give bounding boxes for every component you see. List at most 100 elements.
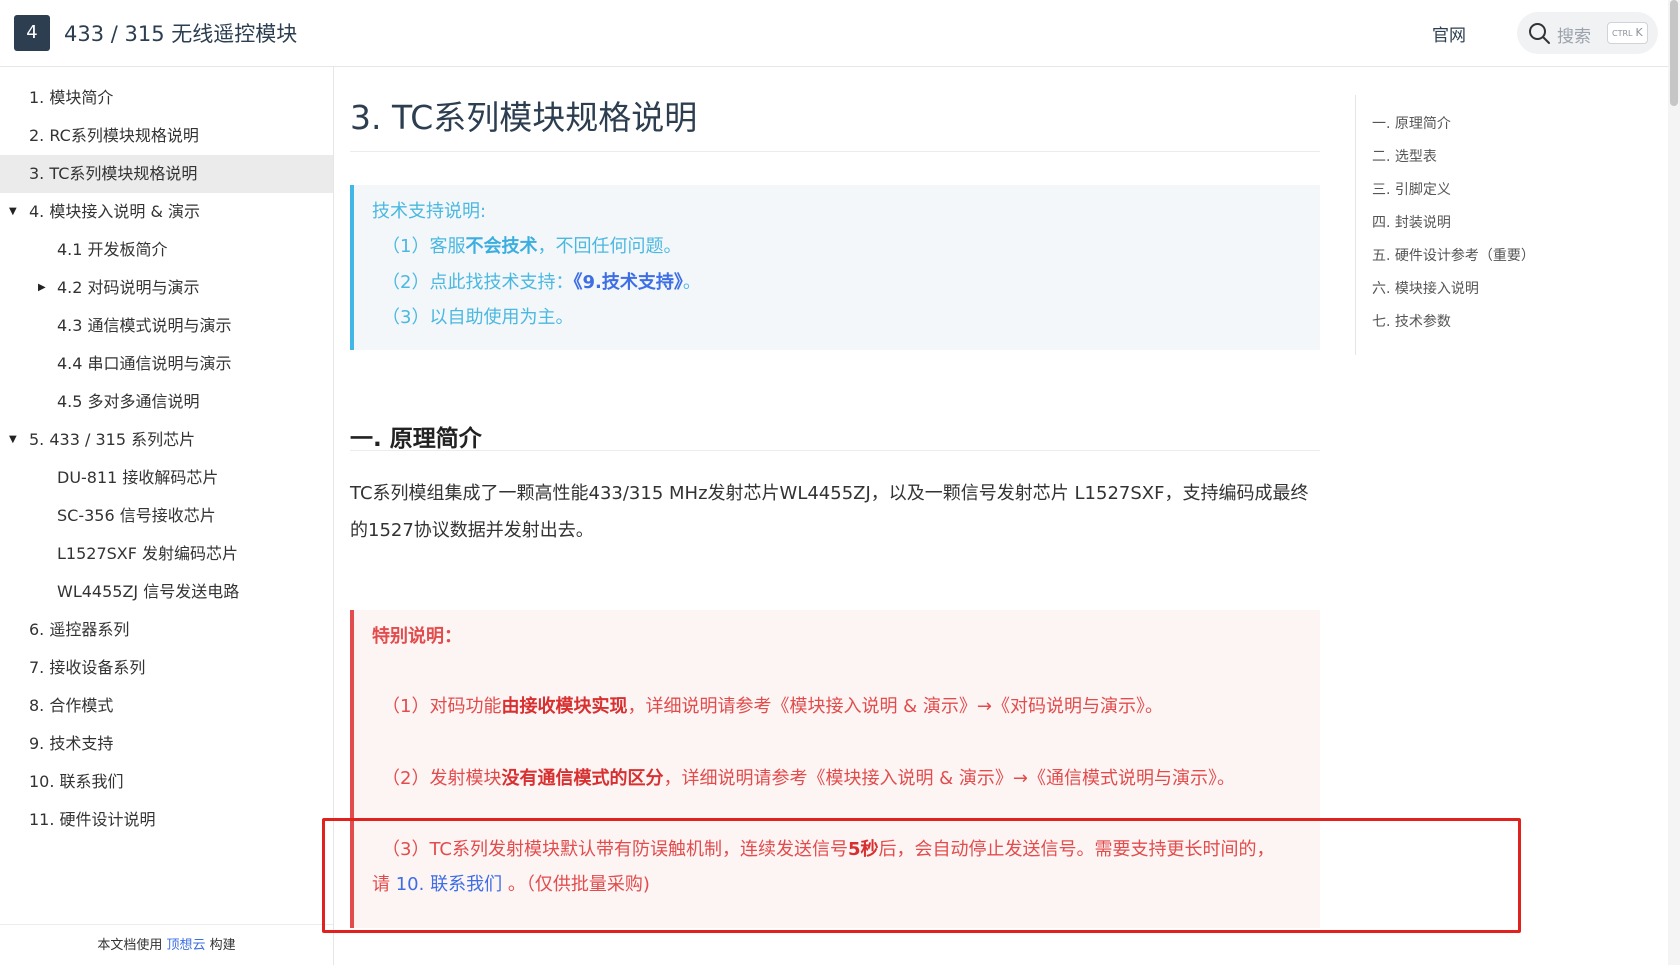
sidebar-item-label: WL4455ZJ 信号发送电路: [57, 582, 240, 601]
warning-text: 请: [372, 874, 396, 895]
warning-text: ，详细说明请参考《模块接入说明 & 演示》→《通信模式说明与演示》。: [663, 768, 1236, 789]
tech-support-link[interactable]: 《9.技术支持》: [573, 272, 682, 293]
contact-us-link[interactable]: 10. 联系我们: [396, 874, 502, 895]
warning-text: （2）发射模块: [382, 768, 502, 789]
sidebar-item-comm-mode[interactable]: 4.3 通信模式说明与演示: [0, 307, 333, 345]
search-box[interactable]: 搜索 CTRL K: [1517, 12, 1658, 54]
sidebar-footer: 本文档使用 顶想云 构建: [0, 924, 333, 965]
search-shortcut: CTRL K: [1607, 22, 1648, 44]
sidebar-item-l1527sxf[interactable]: L1527SXF 发射编码芯片: [0, 535, 333, 573]
top-header: 4 433 / 315 无线遥控模块 官网 搜索 CTRL K: [0, 0, 1680, 67]
warning-emphasis: 5秒: [847, 839, 879, 860]
tip-title: 技术支持说明:: [372, 201, 487, 222]
sidebar-item-pairing[interactable]: ▶ 4.2 对码说明与演示: [0, 269, 333, 307]
sidebar-item-many-to-many[interactable]: 4.5 多对多通信说明: [0, 383, 333, 421]
sidebar-item-label: L1527SXF 发射编码芯片: [57, 544, 239, 563]
sidebar-item-intro[interactable]: 1. 模块简介: [0, 79, 333, 117]
sidebar-item-du811[interactable]: DU-811 接收解码芯片: [0, 459, 333, 497]
sidebar-item-label: SC-356 信号接收芯片: [57, 506, 216, 525]
page-title: 3. TC系列模块规格说明: [350, 98, 698, 137]
warning-emphasis: 没有通信模式的区分: [501, 768, 664, 789]
sidebar-item-label: 4.3 通信模式说明与演示: [57, 316, 232, 335]
sidebar-item-chips[interactable]: ▼ 5. 433 / 315 系列芯片: [0, 421, 333, 459]
tip-text: ，不回任何问题。: [537, 236, 682, 257]
toc-item-params[interactable]: 七. 技术参数: [1372, 311, 1451, 331]
toc-item-selection[interactable]: 二. 选型表: [1372, 146, 1437, 166]
sidebar-item-label: 4.2 对码说明与演示: [57, 278, 200, 297]
sidebar-item-label: 1. 模块简介: [29, 88, 114, 107]
site-logo[interactable]: 4: [14, 15, 50, 51]
sidebar-item-access-demo[interactable]: ▼ 4. 模块接入说明 & 演示: [0, 193, 333, 231]
sidebar-item-rc-spec[interactable]: 2. RC系列模块规格说明: [0, 117, 333, 155]
warning-text: 后，会自动停止发送信号。需要支持更长时间的，: [878, 839, 1275, 860]
sidebar-item-hardware[interactable]: 11. 硬件设计说明: [0, 801, 333, 839]
table-of-contents: 一. 原理简介 二. 选型表 三. 引脚定义 四. 封装说明 五. 硬件设计参考…: [1355, 95, 1575, 355]
search-icon: [1529, 23, 1550, 44]
sidebar-item-sc356[interactable]: SC-356 信号接收芯片: [0, 497, 333, 535]
sidebar-item-label: DU-811 接收解码芯片: [57, 468, 219, 487]
warning-text: ，详细说明请参考《模块接入说明 & 演示》→《对码说明与演示》。: [627, 696, 1164, 717]
expand-right-icon[interactable]: ▶: [38, 269, 46, 307]
search-placeholder: 搜索: [1557, 27, 1591, 47]
sidebar-item-label: 6. 遥控器系列: [29, 620, 130, 639]
warning-text: 。（仅供批量采购): [502, 874, 650, 895]
expand-down-icon[interactable]: ▼: [9, 421, 17, 459]
sidebar-item-serial[interactable]: 4.4 串口通信说明与演示: [0, 345, 333, 383]
expand-down-icon[interactable]: ▼: [9, 193, 17, 231]
tip-text: （1）客服: [382, 236, 466, 257]
sidebar-item-dev-board[interactable]: 4.1 开发板简介: [0, 231, 333, 269]
official-site-link[interactable]: 官网: [1432, 21, 1466, 46]
warning-text: （3）TC系列发射模块默认带有防误触机制，连续发送信号: [382, 839, 848, 860]
scrollbar-thumb[interactable]: [1670, 0, 1678, 106]
toc-item-principle[interactable]: 一. 原理简介: [1372, 113, 1451, 133]
tip-callout: 技术支持说明: （1）客服不会技术，不回任何问题。 （2）点此找技术支持：《9.…: [350, 185, 1320, 350]
sidebar-item-label: 8. 合作模式: [29, 696, 114, 715]
sidebar-item-label: 7. 接收设备系列: [29, 658, 146, 677]
toc-item-access[interactable]: 六. 模块接入说明: [1372, 278, 1479, 298]
sidebar-item-label: 4.5 多对多通信说明: [57, 392, 200, 411]
sidebar-item-label: 10. 联系我们: [29, 772, 124, 791]
warning-line-4: 请 10. 联系我们 。（仅供批量采购): [372, 870, 650, 896]
warning-emphasis: 由接收模块实现: [501, 696, 628, 717]
tip-line-3: （3）以自助使用为主。: [382, 307, 574, 328]
sidebar-item-label: 4. 模块接入说明 & 演示: [29, 202, 201, 221]
tip-text: 。: [682, 272, 701, 293]
sidebar-item-remotes[interactable]: 6. 遥控器系列: [0, 611, 333, 649]
sidebar-item-label: 11. 硬件设计说明: [29, 810, 156, 829]
sidebar-item-label: 5. 433 / 315 系列芯片: [29, 430, 196, 449]
sidebar-item-cooperation[interactable]: 8. 合作模式: [0, 687, 333, 725]
site-title[interactable]: 433 / 315 无线遥控模块: [64, 18, 297, 48]
intro-paragraph: TC系列模组集成了一颗高性能433/315 MHz发射芯片WL4455ZJ，以及…: [350, 483, 1309, 541]
sidebar-item-contact[interactable]: 10. 联系我们: [0, 763, 333, 801]
sidebar-item-label: 4.4 串口通信说明与演示: [57, 354, 232, 373]
sidebar-item-receivers[interactable]: 7. 接收设备系列: [0, 649, 333, 687]
footer-link[interactable]: 顶想云: [166, 938, 205, 953]
warning-callout: 特别说明： （1）对码功能由接收模块实现，详细说明请参考《模块接入说明 & 演示…: [350, 610, 1320, 928]
tip-line-2: （2）点此找技术支持：《9.技术支持》。: [382, 268, 701, 294]
sidebar-item-wl4455zj[interactable]: WL4455ZJ 信号发送电路: [0, 573, 333, 611]
warning-line-3: （3）TC系列发射模块默认带有防误触机制，连续发送信号5秒后，会自动停止发送信号…: [382, 835, 1275, 861]
toc-item-package[interactable]: 四. 封装说明: [1372, 212, 1451, 232]
footer-prefix: 本文档使用: [97, 938, 163, 953]
sidebar-item-label: 3. TC系列模块规格说明: [29, 164, 198, 183]
sidebar-item-label: 4.1 开发板简介: [57, 240, 168, 259]
sidebar-item-label: 2. RC系列模块规格说明: [29, 126, 199, 145]
sidebar-item-label: 9. 技术支持: [29, 734, 114, 753]
shortcut-key: K: [1635, 26, 1643, 39]
sidebar-item-tech-support[interactable]: 9. 技术支持: [0, 725, 333, 763]
toc-item-pins[interactable]: 三. 引脚定义: [1372, 179, 1451, 199]
tip-emphasis: 不会技术: [465, 236, 538, 257]
warning-line-2: （2）发射模块没有通信模式的区分，详细说明请参考《模块接入说明 & 演示》→《通…: [382, 764, 1235, 790]
warning-title: 特别说明：: [372, 626, 462, 647]
warning-text: （1）对码功能: [382, 696, 502, 717]
toc-item-hardware-ref[interactable]: 五. 硬件设计参考（重要）: [1372, 245, 1535, 265]
sidebar-nav: 1. 模块简介 2. RC系列模块规格说明 3. TC系列模块规格说明 ▼ 4. …: [0, 67, 334, 965]
sidebar-item-tc-spec[interactable]: 3. TC系列模块规格说明: [0, 155, 333, 193]
footer-suffix: 构建: [209, 938, 236, 953]
warning-line-1: （1）对码功能由接收模块实现，详细说明请参考《模块接入说明 & 演示》→《对码说…: [382, 692, 1163, 718]
page-scrollbar[interactable]: [1668, 0, 1680, 965]
shortcut-mod: CTRL: [1612, 29, 1633, 38]
divider: [350, 450, 1320, 451]
section-heading: 一. 原理简介: [350, 426, 482, 452]
tip-text: （2）点此找技术支持：: [382, 272, 574, 293]
